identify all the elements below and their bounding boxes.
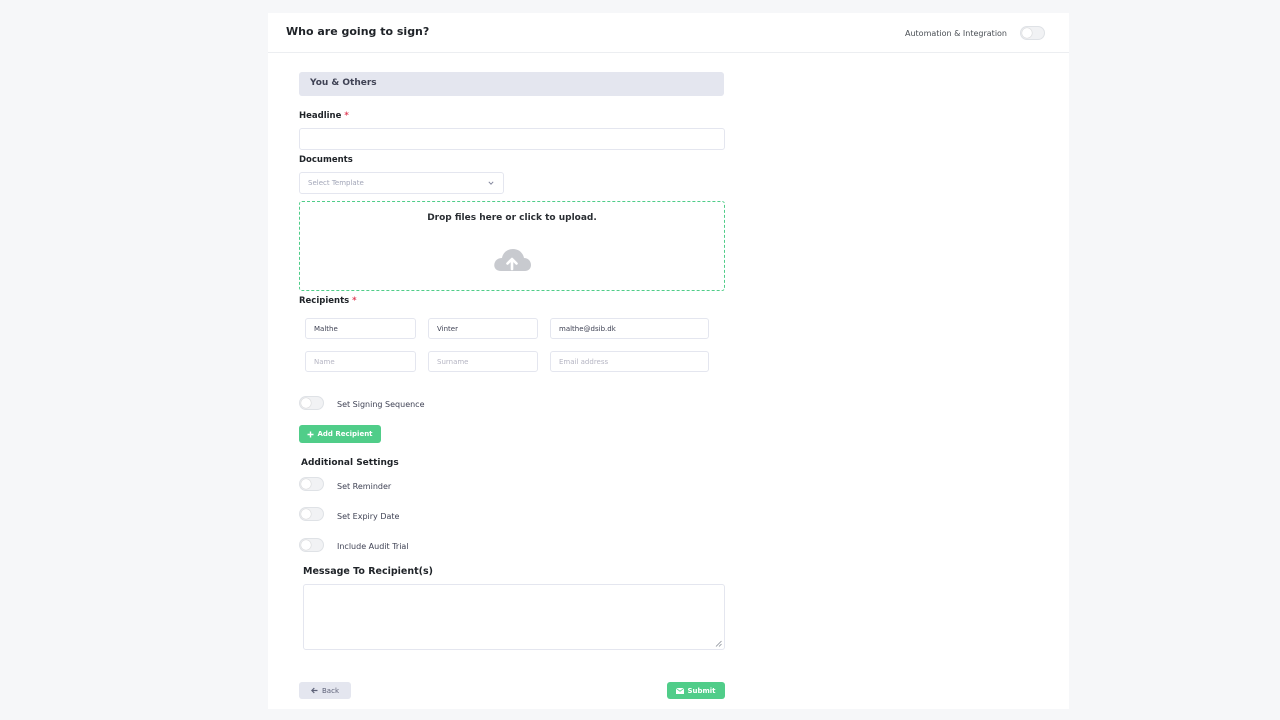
recipient-1-email-input[interactable] bbox=[550, 318, 709, 339]
signing-form-card: Who are going to sign? Automation & Inte… bbox=[268, 13, 1069, 709]
add-recipient-label: Add Recipient bbox=[317, 430, 373, 438]
recipient-2-email-input[interactable] bbox=[550, 351, 709, 372]
recipient-2-surname-input[interactable] bbox=[428, 351, 538, 372]
plus-icon bbox=[307, 431, 314, 437]
audit-trial-toggle[interactable] bbox=[299, 538, 324, 552]
recipients-label: Recipients * bbox=[299, 296, 357, 306]
section-header-you-others: You & Others bbox=[299, 72, 724, 96]
expiry-date-label: Set Expiry Date bbox=[337, 512, 400, 521]
signing-sequence-toggle[interactable] bbox=[299, 396, 324, 410]
headline-input[interactable] bbox=[299, 128, 725, 150]
recipient-1-name-input[interactable] bbox=[305, 318, 416, 339]
reminder-toggle[interactable] bbox=[299, 477, 324, 491]
automation-integration-label: Automation & Integration bbox=[905, 29, 1007, 38]
message-label: Message To Recipient(s) bbox=[303, 566, 434, 577]
submit-label: Submit bbox=[687, 686, 716, 695]
recipient-2-name-input[interactable] bbox=[305, 351, 416, 372]
automation-integration-toggle[interactable] bbox=[1020, 26, 1045, 40]
expiry-date-toggle[interactable] bbox=[299, 507, 324, 521]
card-header: Who are going to sign? Automation & Inte… bbox=[268, 13, 1069, 53]
reminder-label: Set Reminder bbox=[337, 482, 392, 491]
headline-label-text: Headline bbox=[299, 111, 342, 121]
headline-label: Headline * bbox=[299, 111, 349, 121]
required-mark: * bbox=[344, 111, 349, 121]
required-mark: * bbox=[352, 296, 357, 306]
audit-trial-label: Include Audit Trial bbox=[337, 542, 409, 551]
additional-settings-title: Additional Settings bbox=[301, 458, 399, 468]
back-label: Back bbox=[322, 686, 339, 695]
back-button[interactable]: Back bbox=[299, 682, 351, 699]
cloud-upload-icon bbox=[494, 249, 531, 271]
submit-button[interactable]: Submit bbox=[667, 682, 725, 699]
chevron-down-icon bbox=[488, 181, 494, 185]
template-select-placeholder: Select Template bbox=[308, 179, 364, 187]
recipient-1-surname-input[interactable] bbox=[428, 318, 538, 339]
envelope-icon bbox=[676, 687, 685, 694]
section-title: You & Others bbox=[310, 78, 377, 88]
signing-sequence-label: Set Signing Sequence bbox=[337, 400, 425, 409]
page-title: Who are going to sign? bbox=[286, 25, 430, 38]
documents-label: Documents bbox=[299, 155, 353, 165]
arrow-left-icon bbox=[311, 687, 318, 694]
file-dropzone[interactable]: Drop files here or click to upload. bbox=[299, 201, 725, 291]
resize-grip-icon[interactable] bbox=[715, 640, 722, 647]
add-recipient-button[interactable]: Add Recipient bbox=[299, 425, 381, 443]
dropzone-text: Drop files here or click to upload. bbox=[427, 213, 597, 223]
recipients-label-text: Recipients bbox=[299, 296, 350, 306]
template-select[interactable]: Select Template bbox=[299, 172, 504, 194]
message-textarea[interactable] bbox=[303, 584, 725, 650]
